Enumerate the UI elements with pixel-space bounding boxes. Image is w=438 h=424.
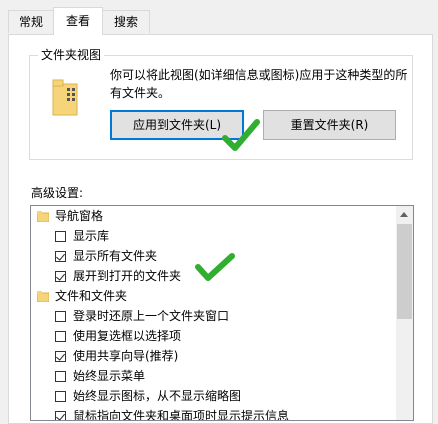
folder-views-title: 文件夹视图 — [38, 46, 105, 63]
navigation-pane-icon — [37, 211, 49, 222]
checkbox[interactable] — [55, 231, 66, 242]
checkbox[interactable] — [55, 391, 66, 402]
checkbox-label: 使用复选框以选择项 — [73, 329, 182, 343]
checkbox[interactable] — [55, 351, 66, 362]
advanced-settings-label: 高级设置: — [31, 186, 84, 200]
tab-general[interactable]: 常规 — [8, 10, 54, 33]
checkbox[interactable] — [55, 411, 66, 420]
checkbox-label: 使用共享向导(推荐) — [73, 349, 179, 363]
advanced-settings-list[interactable]: 导航窗格 显示库 显示所有文件夹 展开到打开的文件夹 文件和文件夹 登录时还原上… — [30, 205, 414, 421]
checkbox-label: 展开到打开的文件夹 — [73, 269, 182, 283]
green-check-icon — [222, 119, 260, 151]
folder-icon — [37, 291, 49, 302]
checkbox-label: 鼠标指向文件夹和桌面项时显示提示信息 — [73, 409, 290, 421]
checkbox[interactable] — [55, 271, 66, 282]
scroll-up-arrow-icon[interactable] — [400, 212, 408, 217]
tab-search[interactable]: 搜索 — [102, 10, 150, 33]
checkbox-label: 登录时还原上一个文件夹窗口 — [73, 309, 230, 323]
reset-folders-button[interactable]: 重置文件夹(R) — [263, 110, 396, 140]
checkbox[interactable] — [55, 311, 66, 322]
checkbox-label: 显示库 — [73, 229, 110, 243]
checkbox-label: 始终显示图标，从不显示缩略图 — [73, 389, 242, 403]
green-check-icon — [195, 253, 235, 281]
vertical-scrollbar[interactable] — [396, 206, 413, 420]
checkbox[interactable] — [55, 251, 66, 262]
checkbox-label: 始终显示菜单 — [73, 369, 146, 383]
tab-strip: 常规 查看 搜索 — [0, 0, 438, 35]
checkbox[interactable] — [55, 331, 66, 342]
category-label: 文件和文件夹 — [55, 289, 128, 303]
scrollbar-thumb[interactable] — [397, 224, 412, 319]
checkbox[interactable] — [55, 371, 66, 382]
folder-view-icon — [52, 79, 78, 116]
checkbox-label: 显示所有文件夹 — [73, 249, 158, 263]
tab-view[interactable]: 查看 — [53, 7, 103, 35]
folder-views-description: 你可以将此视图(如详细信息或图标)应用于这种类型的所有文件夹。 — [110, 68, 408, 100]
category-label: 导航窗格 — [55, 209, 104, 223]
